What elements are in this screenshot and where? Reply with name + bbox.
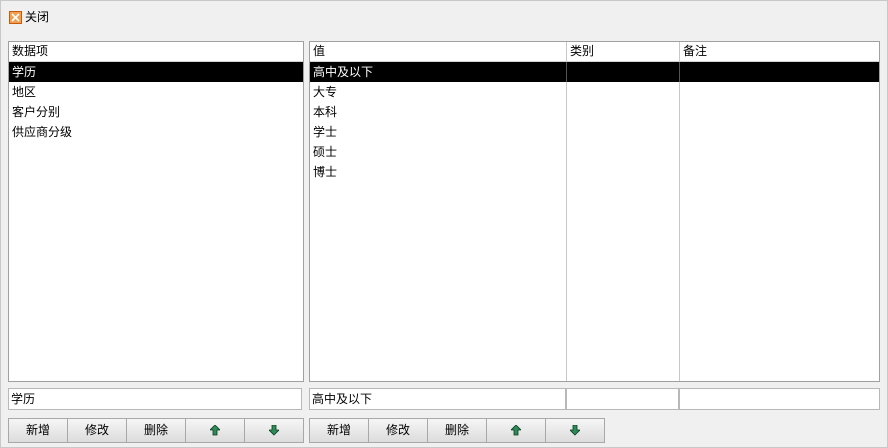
data-item-list-item[interactable]: 学历	[9, 62, 303, 82]
column-header-note[interactable]: 备注	[680, 42, 879, 61]
left-edit-button[interactable]: 修改	[67, 418, 127, 443]
column-divider	[679, 62, 680, 82]
left-move-up-button[interactable]	[185, 418, 245, 443]
value-cell[interactable]: 硕士	[310, 142, 567, 162]
note-cell[interactable]	[680, 82, 879, 102]
column-header-category[interactable]: 类别	[567, 42, 680, 61]
close-icon	[9, 10, 22, 24]
value-cell[interactable]: 博士	[310, 162, 567, 182]
value-grid-row[interactable]: 学士	[310, 122, 879, 142]
data-item-list-item[interactable]: 地区	[9, 82, 303, 102]
category-cell[interactable]	[567, 142, 680, 162]
right-edit-button[interactable]: 修改	[368, 418, 428, 443]
data-item-input[interactable]: 学历	[8, 388, 302, 410]
data-item-list[interactable]: 数据项 学历 地区 客户分别 供应商分级	[8, 41, 304, 382]
right-add-button[interactable]: 新增	[309, 418, 369, 443]
column-header-value[interactable]: 值	[310, 42, 567, 61]
note-cell[interactable]	[680, 62, 879, 82]
category-input[interactable]	[566, 388, 679, 410]
category-cell[interactable]	[567, 162, 680, 182]
value-cell[interactable]: 高中及以下	[310, 62, 567, 82]
right-move-up-button[interactable]	[486, 418, 546, 443]
right-delete-button[interactable]: 删除	[427, 418, 487, 443]
value-grid-row[interactable]: 硕士	[310, 142, 879, 162]
note-cell[interactable]	[680, 142, 879, 162]
value-grid-row[interactable]: 高中及以下	[310, 62, 879, 82]
value-cell[interactable]: 本科	[310, 102, 567, 122]
category-cell[interactable]	[567, 82, 680, 102]
value-cell[interactable]: 大专	[310, 82, 567, 102]
note-cell[interactable]	[680, 102, 879, 122]
arrow-down-icon	[269, 425, 279, 436]
arrow-up-icon	[210, 425, 220, 436]
category-cell[interactable]	[567, 62, 680, 82]
value-grid-row[interactable]: 大专	[310, 82, 879, 102]
data-item-list-item[interactable]: 供应商分级	[9, 122, 303, 142]
note-cell[interactable]	[680, 162, 879, 182]
value-grid-row[interactable]: 本科	[310, 102, 879, 122]
value-grid-header: 值 类别 备注	[310, 42, 879, 62]
left-add-button[interactable]: 新增	[8, 418, 68, 443]
left-move-down-button[interactable]	[244, 418, 304, 443]
value-cell[interactable]: 学士	[310, 122, 567, 142]
arrow-down-icon	[570, 425, 580, 436]
value-input[interactable]: 高中及以下	[309, 388, 566, 410]
left-delete-button[interactable]: 删除	[126, 418, 186, 443]
close-label: 关闭	[25, 10, 50, 24]
arrow-up-icon	[511, 425, 521, 436]
data-item-list-header: 数据项	[9, 42, 303, 62]
category-cell[interactable]	[567, 122, 680, 142]
column-divider	[566, 62, 567, 82]
data-item-list-item[interactable]: 客户分别	[9, 102, 303, 122]
close-button[interactable]: 关闭	[9, 8, 49, 26]
note-input[interactable]	[679, 388, 880, 410]
right-move-down-button[interactable]	[545, 418, 605, 443]
note-cell[interactable]	[680, 122, 879, 142]
value-grid-row[interactable]: 博士	[310, 162, 879, 182]
category-cell[interactable]	[567, 102, 680, 122]
value-grid[interactable]: 值 类别 备注 高中及以下 大专 本科 学士 硕士 博士	[309, 41, 880, 382]
